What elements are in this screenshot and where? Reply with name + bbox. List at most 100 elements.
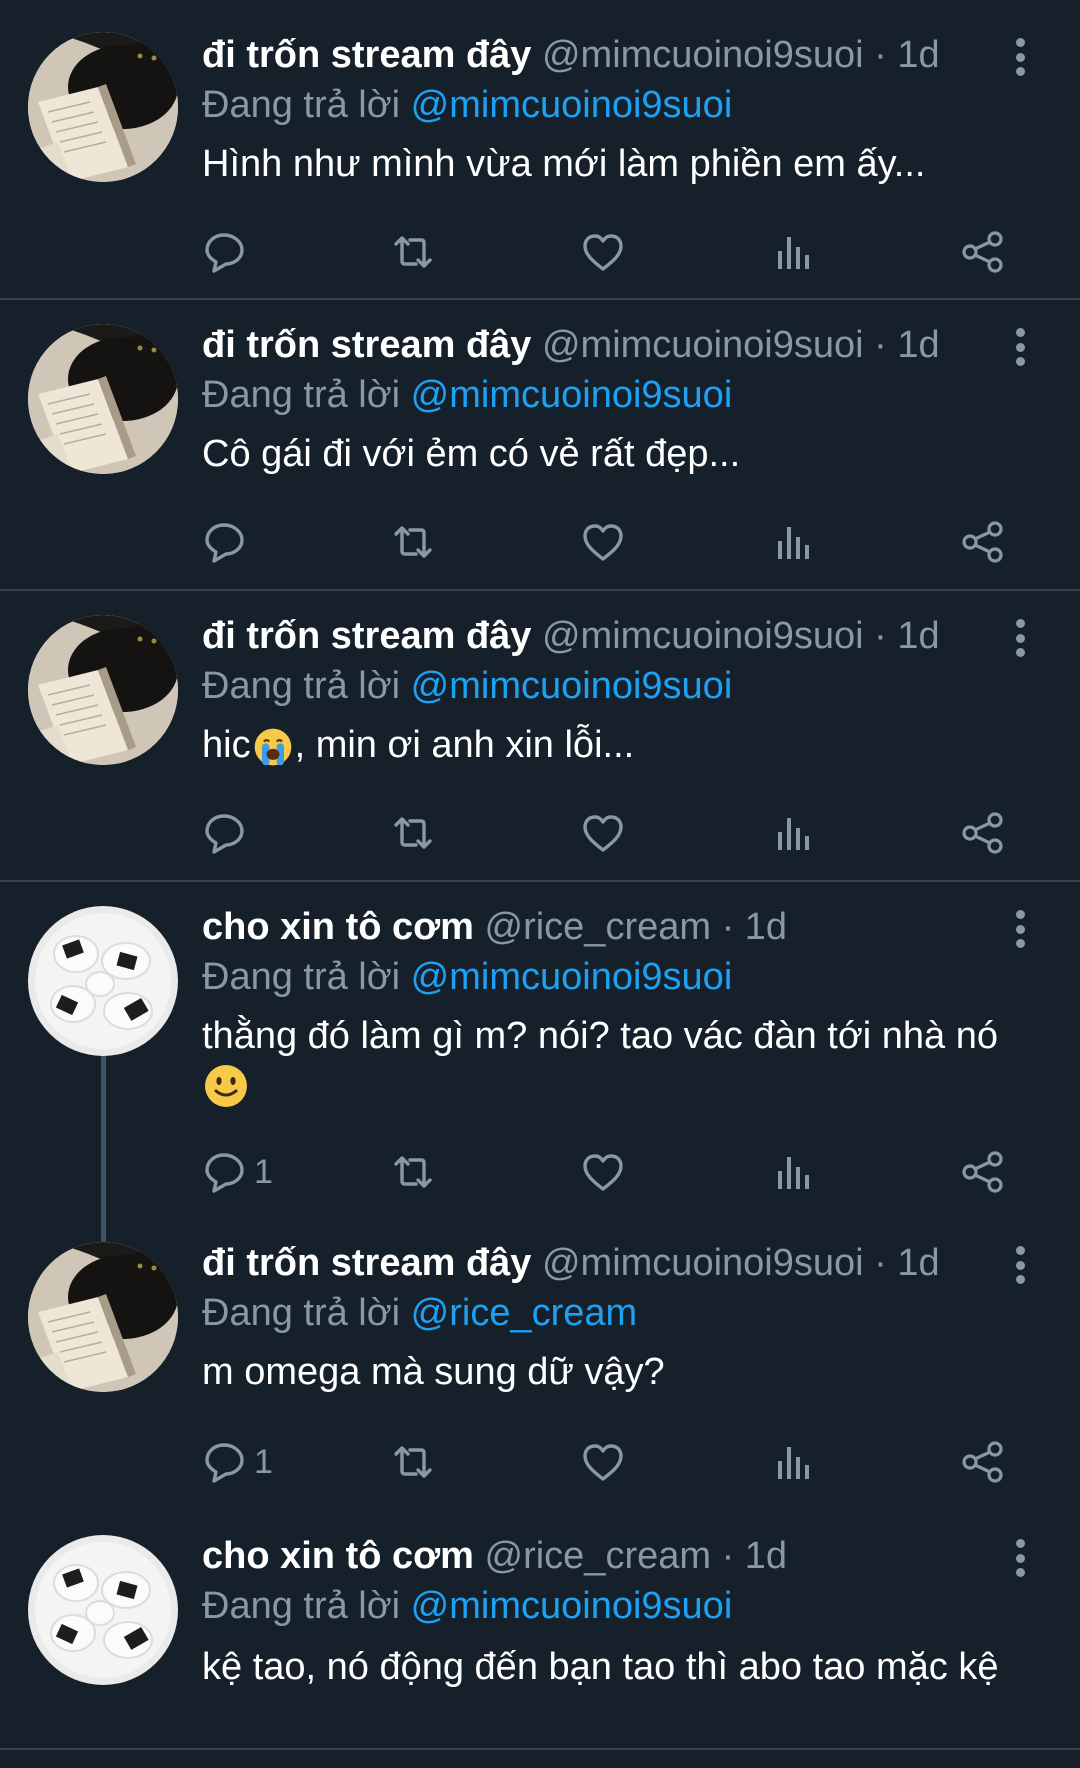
like-icon <box>580 1149 626 1195</box>
tweet-text-start: hic <box>202 724 251 766</box>
like-button[interactable] <box>580 514 626 570</box>
display-name[interactable]: đi trốn stream đây <box>202 615 531 657</box>
replying-to-handle[interactable]: @mimcuoinoi9suoi <box>411 1585 733 1627</box>
share-icon <box>960 229 1006 275</box>
reply-feed: đi trốn stream đây @mimcuoinoi9suoi · 1d… <box>0 0 1080 1768</box>
like-button[interactable] <box>580 224 626 280</box>
time-separator: · <box>721 1535 735 1577</box>
display-name[interactable]: đi trốn stream đây <box>202 1242 531 1284</box>
views-button[interactable] <box>770 224 816 280</box>
user-handle[interactable]: @mimcuoinoi9suoi <box>542 615 864 657</box>
reply-button[interactable] <box>202 805 254 861</box>
replying-to-handle[interactable]: @rice_cream <box>411 1292 638 1334</box>
tweet-text: thằng đó làm gì m? nói? tao vác đàn tới … <box>202 1012 1052 1110</box>
retweet-button[interactable] <box>390 1144 436 1200</box>
user-handle[interactable]: @mimcuoinoi9suoi <box>542 324 864 366</box>
views-icon <box>770 1439 816 1485</box>
timestamp[interactable]: 1d <box>745 906 787 948</box>
tweet-text: kệ tao, nó động đến bạn tao thì abo tao … <box>202 1646 999 1688</box>
reply-button[interactable] <box>202 514 254 570</box>
like-button[interactable] <box>580 805 626 861</box>
timestamp[interactable]: 1d <box>897 34 939 76</box>
replying-to-label: Đang trả lời <box>202 1292 401 1334</box>
like-button[interactable] <box>580 1144 626 1200</box>
retweet-button[interactable] <box>390 805 436 861</box>
tweet-header: đi trốn stream đây @mimcuoinoi9suoi · 1d <box>202 30 940 80</box>
tweet[interactable]: đi trốn stream đây @mimcuoinoi9suoi · 1d… <box>0 1236 1080 1527</box>
replying-to-label: Đang trả lời <box>202 1585 401 1627</box>
tweet[interactable]: đi trốn stream đây @mimcuoinoi9suoi · 1d… <box>0 0 1080 300</box>
reply-button[interactable] <box>202 224 254 280</box>
reply-button[interactable]: 1 <box>202 1144 273 1200</box>
avatar[interactable] <box>28 1535 178 1685</box>
more-icon[interactable] <box>1000 615 1040 661</box>
avatar[interactable] <box>28 32 178 182</box>
more-icon[interactable] <box>1000 906 1040 952</box>
tweet[interactable]: cho xin tô cơm @rice_cream · 1d Đang trả… <box>0 1527 1080 1750</box>
avatar[interactable] <box>28 1242 178 1392</box>
views-icon <box>770 810 816 856</box>
timestamp[interactable]: 1d <box>897 1242 939 1284</box>
reply-button[interactable]: 1 <box>202 1434 273 1490</box>
replying-to-label: Đang trả lời <box>202 665 401 707</box>
onigiri-avatar-image <box>28 906 178 1056</box>
share-button[interactable] <box>960 1144 1006 1200</box>
user-handle[interactable]: @mimcuoinoi9suoi <box>542 1242 864 1284</box>
replying-to-handle[interactable]: @mimcuoinoi9suoi <box>411 956 733 998</box>
retweet-button[interactable] <box>390 224 436 280</box>
display-name[interactable]: cho xin tô cơm <box>202 1535 474 1577</box>
more-icon[interactable] <box>1000 1242 1040 1288</box>
replying-to-handle[interactable]: @mimcuoinoi9suoi <box>411 374 733 416</box>
replying-to-handle[interactable]: @mimcuoinoi9suoi <box>411 665 733 707</box>
share-button[interactable] <box>960 224 1006 280</box>
tweet-text-content: thằng đó làm gì m? nói? tao vác đàn tới … <box>202 1015 998 1057</box>
retweet-button[interactable] <box>390 514 436 570</box>
views-button[interactable] <box>770 805 816 861</box>
retweet-button[interactable] <box>390 1434 436 1490</box>
user-handle[interactable]: @mimcuoinoi9suoi <box>542 34 864 76</box>
tweet[interactable]: đi trốn stream đây @mimcuoinoi9suoi · 1d… <box>0 591 1080 882</box>
share-icon <box>960 1149 1006 1195</box>
share-button[interactable] <box>960 805 1006 861</box>
tweet-text: Cô gái đi với ẻm có vẻ rất đẹp... <box>202 433 741 475</box>
retweet-icon <box>390 229 436 275</box>
share-button[interactable] <box>960 1434 1006 1490</box>
cat-with-book-avatar-image <box>28 615 178 765</box>
display-name[interactable]: cho xin tô cơm <box>202 906 474 948</box>
display-name[interactable]: đi trốn stream đây <box>202 34 531 76</box>
tweet-text: hic , min ơi anh xin lỗi... <box>202 721 1052 769</box>
tweet-header: đi trốn stream đây @mimcuoinoi9suoi · 1d <box>202 611 940 661</box>
more-icon[interactable] <box>1000 324 1040 370</box>
more-icon[interactable] <box>1000 1535 1040 1581</box>
cat-with-book-avatar-image <box>28 324 178 474</box>
views-button[interactable] <box>770 514 816 570</box>
time-separator: · <box>721 906 735 948</box>
avatar[interactable] <box>28 615 178 765</box>
replying-to: Đang trả lời @mimcuoinoi9suoi <box>202 80 732 130</box>
like-button[interactable] <box>580 1434 626 1490</box>
display-name[interactable]: đi trốn stream đây <box>202 324 531 366</box>
avatar[interactable] <box>28 324 178 474</box>
tweet-text-end: , min ơi anh xin lỗi... <box>294 724 635 766</box>
tweet-actions <box>202 514 1022 570</box>
share-icon <box>960 1439 1006 1485</box>
views-button[interactable] <box>770 1144 816 1200</box>
user-handle[interactable]: @rice_cream <box>485 1535 712 1577</box>
retweet-icon <box>390 1439 436 1485</box>
share-button[interactable] <box>960 514 1006 570</box>
replying-to-handle[interactable]: @mimcuoinoi9suoi <box>411 84 733 126</box>
share-icon <box>960 519 1006 565</box>
timestamp[interactable]: 1d <box>745 1535 787 1577</box>
views-button[interactable] <box>770 1434 816 1490</box>
tweet[interactable]: cho xin tô cơm @rice_cream · 1d Đang trả… <box>0 882 1080 1236</box>
timestamp[interactable]: 1d <box>897 324 939 366</box>
more-icon[interactable] <box>1000 34 1040 80</box>
timestamp[interactable]: 1d <box>897 615 939 657</box>
user-handle[interactable]: @rice_cream <box>485 906 712 948</box>
tweet-header: đi trốn stream đây @mimcuoinoi9suoi · 1d <box>202 1238 940 1288</box>
tweet-header: cho xin tô cơm @rice_cream · 1d <box>202 1531 787 1581</box>
cat-with-book-avatar-image <box>28 1242 178 1392</box>
reply-icon <box>202 810 248 856</box>
avatar[interactable] <box>28 906 178 1056</box>
tweet[interactable]: đi trốn stream đây @mimcuoinoi9suoi · 1d… <box>0 300 1080 591</box>
